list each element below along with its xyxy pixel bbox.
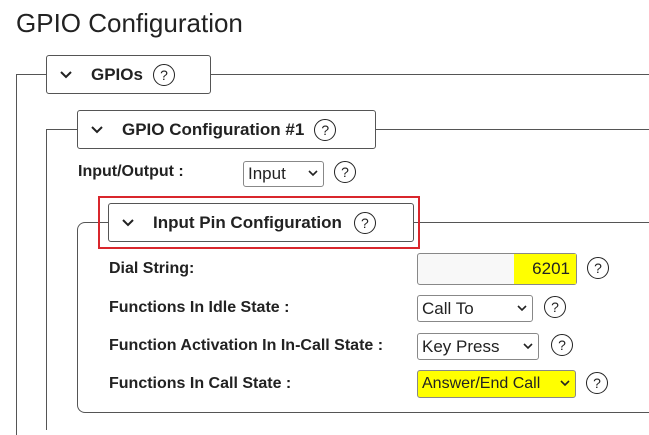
call-functions-value: Answer/End Call — [422, 375, 541, 392]
help-icon[interactable]: ? — [551, 334, 573, 356]
idle-functions-select[interactable]: Call To — [417, 295, 533, 322]
input-output-select[interactable]: Input — [243, 161, 324, 187]
help-icon[interactable]: ? — [586, 372, 608, 394]
chevron-down-icon — [59, 65, 77, 85]
in-call-activation-label: Function Activation In In-Call State : — [109, 337, 384, 354]
chevron-down-icon — [90, 120, 108, 140]
dial-string-label: Dial String: — [109, 260, 195, 277]
input-output-value: Input — [248, 164, 286, 183]
gpio-config-section-header[interactable]: GPIO Configuration #1 ? — [77, 110, 376, 149]
idle-functions-label: Functions In Idle State : — [109, 299, 290, 316]
dial-string-input[interactable]: 6201 — [417, 253, 577, 285]
gpios-section-header[interactable]: GPIOs ? — [46, 55, 211, 94]
gpios-section-label: GPIOs — [91, 64, 143, 84]
input-output-label: Input/Output : — [78, 163, 184, 180]
in-call-activation-value: Key Press — [422, 336, 500, 356]
help-icon[interactable]: ? — [334, 161, 356, 183]
caret-down-icon — [560, 378, 570, 390]
call-functions-select[interactable]: Answer/End Call — [417, 370, 576, 398]
help-icon[interactable]: ? — [544, 296, 566, 318]
idle-functions-value: Call To — [422, 298, 474, 318]
page-title: GPIO Configuration — [16, 8, 243, 38]
dial-string-value: 6201 — [514, 254, 576, 284]
in-call-activation-select[interactable]: Key Press — [417, 333, 539, 360]
gpio-config-section-label: GPIO Configuration #1 — [122, 119, 305, 139]
help-icon[interactable]: ? — [587, 257, 609, 279]
highlight-callout — [98, 196, 420, 249]
caret-down-icon — [308, 168, 318, 180]
call-functions-label: Functions In Call State : — [109, 375, 292, 392]
caret-down-icon — [517, 303, 527, 315]
help-icon[interactable]: ? — [152, 63, 175, 86]
help-icon[interactable]: ? — [314, 118, 337, 141]
caret-down-icon — [523, 341, 533, 353]
